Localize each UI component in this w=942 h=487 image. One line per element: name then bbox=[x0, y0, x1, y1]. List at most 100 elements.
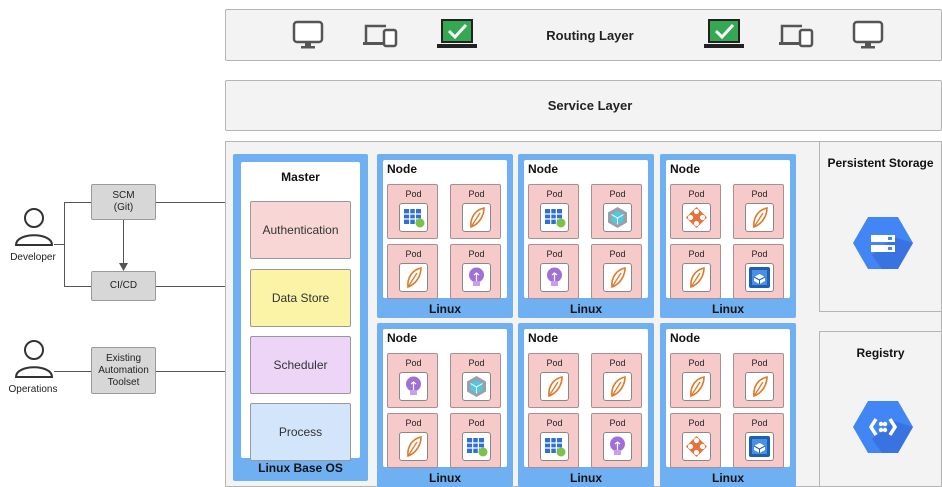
bulb-icon bbox=[603, 432, 632, 461]
routing-layer-label: Routing Layer bbox=[546, 28, 634, 43]
operations-label: Operations bbox=[8, 384, 58, 395]
pod-label: Pod bbox=[609, 249, 626, 259]
node-os-label: Linux bbox=[570, 302, 602, 316]
feather-icon bbox=[603, 263, 632, 292]
grid-icon bbox=[399, 203, 428, 232]
persistent-storage-panel: Persistent Storage bbox=[819, 141, 942, 312]
node-title: Node bbox=[670, 162, 700, 176]
pod: Pod bbox=[450, 413, 501, 468]
feather-icon bbox=[682, 372, 711, 401]
feather-icon bbox=[399, 263, 428, 292]
worker-node: Node Pod Pod Pod Pod Linux bbox=[518, 154, 654, 318]
pod-label: Pod bbox=[405, 418, 422, 428]
master-title: Master bbox=[281, 170, 320, 184]
grid-icon bbox=[540, 203, 569, 232]
worker-node: Node Pod Pod Pod Pod Linux bbox=[377, 323, 513, 487]
pod: Pod bbox=[387, 244, 438, 299]
authentication-component: Authentication bbox=[250, 201, 351, 259]
connector-line bbox=[156, 371, 226, 372]
grid-icon bbox=[462, 432, 491, 461]
pod-label: Pod bbox=[468, 249, 485, 259]
pod: Pod bbox=[450, 244, 501, 299]
developer-person-icon bbox=[14, 208, 54, 246]
arrow-head-icon bbox=[119, 263, 128, 271]
pod-label: Pod bbox=[609, 189, 626, 199]
feather-icon bbox=[603, 372, 632, 401]
node-title: Node bbox=[387, 331, 417, 345]
worker-node: Node Pod Pod Pod Pod Linux bbox=[660, 323, 796, 487]
pod: Pod bbox=[733, 413, 784, 468]
pod: Pod bbox=[528, 244, 579, 299]
storage-icon bbox=[853, 217, 913, 269]
pod: Pod bbox=[450, 353, 501, 408]
cube-icon bbox=[603, 203, 632, 232]
automation-toolset-box: Existing Automation Toolset bbox=[91, 347, 156, 394]
pod-label: Pod bbox=[751, 189, 768, 199]
pod-label: Pod bbox=[405, 249, 422, 259]
pod: Pod bbox=[387, 413, 438, 468]
pod: Pod bbox=[387, 184, 438, 239]
registry-title: Registry bbox=[856, 346, 905, 360]
data-store-component: Data Store bbox=[250, 269, 351, 327]
feather-icon bbox=[745, 372, 774, 401]
connector-line bbox=[156, 202, 226, 203]
pod: Pod bbox=[450, 184, 501, 239]
connector-line bbox=[64, 286, 91, 287]
container-icon bbox=[745, 263, 774, 292]
bulb-icon bbox=[540, 263, 569, 292]
pod-label: Pod bbox=[688, 358, 705, 368]
worker-node: Node Pod Pod Pod Pod Linux bbox=[660, 154, 796, 318]
pod-label: Pod bbox=[609, 358, 626, 368]
node-panel: Node Pod Pod Pod Pod bbox=[383, 329, 507, 468]
pod-label: Pod bbox=[751, 358, 768, 368]
node-title: Node bbox=[670, 331, 700, 345]
devices-icon bbox=[779, 24, 814, 48]
pod: Pod bbox=[733, 244, 784, 299]
feather-icon bbox=[462, 203, 491, 232]
pod: Pod bbox=[591, 413, 642, 468]
bulb-icon bbox=[462, 263, 491, 292]
service-layer-label: Service Layer bbox=[547, 98, 633, 113]
feather-icon bbox=[745, 203, 774, 232]
laptop-check-icon bbox=[437, 19, 477, 48]
pod: Pod bbox=[591, 184, 642, 239]
pod: Pod bbox=[733, 353, 784, 408]
node-title: Node bbox=[528, 162, 558, 176]
pod-label: Pod bbox=[405, 189, 422, 199]
pod: Pod bbox=[591, 353, 642, 408]
registry-panel: Registry bbox=[819, 331, 942, 487]
connector-line bbox=[156, 286, 226, 287]
pod-label: Pod bbox=[468, 418, 485, 428]
pod-label: Pod bbox=[546, 358, 563, 368]
pod: Pod bbox=[528, 413, 579, 468]
pod: Pod bbox=[670, 413, 721, 468]
registry-icon bbox=[853, 401, 913, 453]
pod-label: Pod bbox=[751, 418, 768, 428]
connector-line bbox=[64, 202, 65, 286]
pod-label: Pod bbox=[688, 189, 705, 199]
pod-label: Pod bbox=[609, 418, 626, 428]
process-component: Process bbox=[250, 403, 351, 461]
node-panel: Node Pod Pod Pod Pod bbox=[524, 329, 648, 468]
pod: Pod bbox=[670, 353, 721, 408]
feather-icon bbox=[682, 263, 711, 292]
pod: Pod bbox=[528, 353, 579, 408]
node-os-label: Linux bbox=[712, 471, 744, 485]
node-panel: Node Pod Pod Pod Pod bbox=[383, 160, 507, 299]
connector-line bbox=[64, 202, 91, 203]
master-panel: Master Authentication Data Store Schedul… bbox=[241, 162, 360, 461]
feather-icon bbox=[399, 432, 428, 461]
laptop-check-icon bbox=[704, 19, 744, 48]
connector-line bbox=[54, 244, 64, 245]
network-icon bbox=[682, 432, 711, 461]
connector-line bbox=[54, 371, 91, 372]
pod: Pod bbox=[387, 353, 438, 408]
arrow-line bbox=[123, 220, 124, 265]
node-panel: Node Pod Pod Pod Pod bbox=[666, 160, 790, 299]
node-title: Node bbox=[528, 331, 558, 345]
monitor-icon bbox=[292, 20, 324, 49]
persistent-storage-title: Persistent Storage bbox=[827, 156, 934, 170]
pod: Pod bbox=[670, 184, 721, 239]
network-icon bbox=[682, 203, 711, 232]
pod-label: Pod bbox=[546, 249, 563, 259]
